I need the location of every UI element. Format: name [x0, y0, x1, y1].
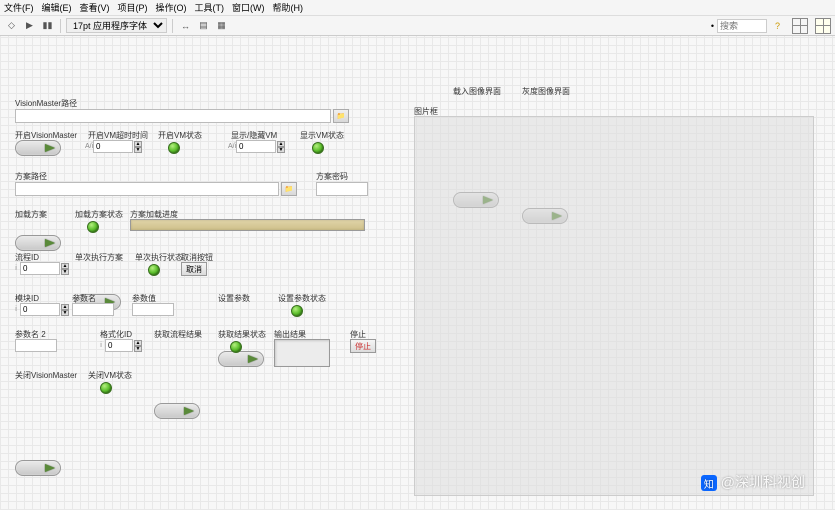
open-status-led	[168, 142, 180, 154]
toolbar-btn-1[interactable]: ◇	[4, 18, 19, 33]
single-exec-status-led	[148, 264, 160, 276]
set-param-label: 设置参数	[218, 293, 250, 304]
get-status-label: 获取结果状态	[218, 329, 266, 340]
module-id-input[interactable]: i▲▼	[12, 303, 69, 316]
close-vm-label: 关闭VisionMaster	[15, 370, 77, 381]
vm-path-label: VisionMaster路径	[15, 98, 77, 109]
load-scheme-button[interactable]	[15, 235, 61, 251]
param-name2-input[interactable]	[15, 339, 57, 352]
menu-help[interactable]: 帮助(H)	[273, 1, 304, 14]
progress-bar	[130, 219, 365, 231]
close-vm-button[interactable]	[15, 460, 61, 476]
get-result-button[interactable]	[154, 403, 200, 419]
scheme-path-label: 方案路径	[15, 171, 47, 182]
menu-view[interactable]: 查看(V)	[80, 1, 110, 14]
design-canvas: VisionMaster路径 📁 开启VisionMaster 开启VM超时时间…	[0, 36, 835, 510]
toolbar: ◇ ▶ ▮▮ 17pt 应用程序字体 ↔ ▤ ▦ • ?	[0, 16, 835, 36]
param-value-input[interactable]	[132, 303, 174, 316]
scheme-pwd-input[interactable]	[316, 182, 368, 196]
menu-project[interactable]: 项目(P)	[118, 1, 148, 14]
grid-icon[interactable]	[792, 18, 808, 34]
close-status-label: 关闭VM状态	[88, 370, 132, 381]
load-scheme-status-label: 加载方案状态	[75, 209, 123, 220]
toolbar-sep	[60, 19, 61, 33]
search-input[interactable]	[717, 19, 767, 33]
run-icon[interactable]: ▶	[22, 18, 37, 33]
set-param-button[interactable]	[218, 351, 264, 367]
open-timeout-input[interactable]: A/i▲▼	[85, 140, 142, 153]
pause-icon[interactable]: ▮▮	[40, 18, 55, 33]
output-box	[274, 339, 330, 367]
gray-image-label: 灰度图像界面	[522, 86, 570, 97]
menu-bar: 文件(F) 编辑(E) 查看(V) 项目(P) 操作(O) 工具(T) 窗口(W…	[0, 0, 835, 16]
menu-edit[interactable]: 编辑(E)	[42, 1, 72, 14]
load-scheme-label: 加载方案	[15, 209, 47, 220]
scheme-pwd-label: 方案密码	[316, 171, 348, 182]
show-status-led	[312, 142, 324, 154]
scheme-path-input[interactable]	[15, 182, 279, 196]
watermark: 知@深圳科视创	[701, 472, 805, 492]
param-name-input[interactable]	[72, 303, 114, 316]
layer-icon[interactable]: ▤	[196, 18, 211, 33]
process-id-input[interactable]: i▲▼	[12, 262, 69, 275]
font-select[interactable]: 17pt 应用程序字体	[66, 18, 167, 33]
vm-path-browse[interactable]: 📁	[333, 109, 349, 123]
get-result-label: 获取流程结果	[154, 329, 202, 340]
load-scheme-status-led	[87, 221, 99, 233]
align-icon[interactable]: ↔	[178, 18, 193, 33]
help-icon[interactable]: ?	[770, 18, 785, 33]
get-status-led	[230, 341, 242, 353]
single-exec-status-label: 单次执行状态	[135, 252, 183, 263]
search-label: •	[711, 21, 714, 31]
set-param-status-label: 设置参数状态	[278, 293, 326, 304]
menu-operate[interactable]: 操作(O)	[156, 1, 187, 14]
open-status-label: 开启VM状态	[158, 130, 202, 141]
grid-icon-2[interactable]	[815, 18, 831, 34]
format-id-input[interactable]: i▲▼	[97, 339, 142, 352]
menu-window[interactable]: 窗口(W)	[232, 1, 265, 14]
open-vm-button[interactable]	[15, 140, 61, 156]
set-param-status-led	[291, 305, 303, 317]
single-exec-label: 单次执行方案	[75, 252, 123, 263]
toolbar-sep-2	[172, 19, 173, 33]
stop-button[interactable]: 停止	[350, 339, 376, 353]
group-icon[interactable]: ▦	[214, 18, 229, 33]
zhihu-icon: 知	[701, 475, 717, 491]
show-status-label: 显示VM状态	[300, 130, 344, 141]
menu-file[interactable]: 文件(F)	[4, 1, 34, 14]
menu-tools[interactable]: 工具(T)	[195, 1, 225, 14]
close-status-led	[100, 382, 112, 394]
show-hide-input[interactable]: A/i▲▼	[228, 140, 285, 153]
scheme-path-browse[interactable]: 📁	[281, 182, 297, 196]
cancel-button[interactable]: 取消	[181, 262, 207, 276]
image-frame	[414, 116, 814, 496]
load-image-label: 载入图像界面	[453, 86, 501, 97]
vm-path-input[interactable]	[15, 109, 331, 123]
